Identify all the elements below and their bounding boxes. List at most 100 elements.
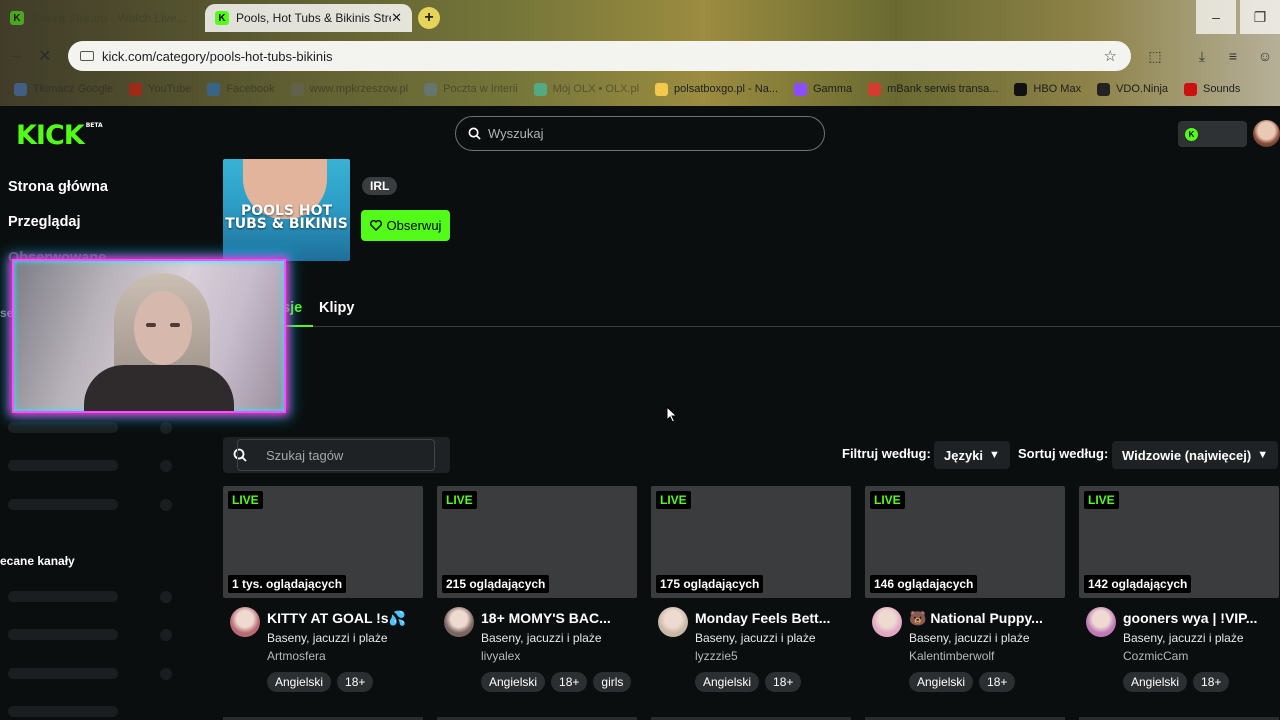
stream-tags: Angielski 18+: [1123, 672, 1230, 692]
sidebar-skeleton-dot: [160, 629, 172, 641]
search-input[interactable]: Wyszukaj: [455, 116, 825, 151]
stream-thumbnail[interactable]: LIVE 215 oglądających: [437, 486, 637, 598]
stream-card[interactable]: LIVE 175 oglądających Monday Feels Bett...…: [651, 486, 851, 693]
stream-thumbnail[interactable]: LIVE 142 oglądających: [1079, 486, 1279, 598]
stream-card[interactable]: LIVE 215 oglądających 18+ MOMY'S BAC... Bas…: [437, 486, 637, 693]
language-filter-dropdown[interactable]: Języki ▼: [934, 441, 1010, 469]
site-info-icon[interactable]: [80, 51, 94, 61]
stream-category[interactable]: Baseny, jacuzzi i plaże: [481, 631, 602, 645]
download-icon[interactable]: ⤓: [1193, 47, 1211, 65]
tag-search-input[interactable]: Szukaj tagów: [237, 439, 435, 471]
tab-bar: K Sukira Stream - Watch Live... K Pools,…: [0, 0, 1280, 36]
bookmark-star-icon[interactable]: ☆: [1104, 47, 1117, 65]
stream-card[interactable]: LIVE 142 oglądających gooners wya | !VIP..…: [1079, 486, 1279, 693]
bookmark-label: Tłumacz Google: [33, 83, 114, 95]
kick-logo[interactable]: KICK BETA: [16, 120, 103, 151]
profile-icon[interactable]: ☺: [1256, 47, 1274, 65]
search-icon: [468, 127, 481, 140]
bookmark-item[interactable]: Poczta w Interii: [424, 82, 518, 96]
stream-tag[interactable]: Angielski: [1123, 672, 1188, 692]
stream-tags: Angielski 18+: [909, 672, 1016, 692]
stream-card[interactable]: LIVE 1 tys. oglądających KITTY AT GOAL !s💦…: [223, 486, 423, 693]
kicks-balance-button[interactable]: K: [1178, 121, 1247, 147]
bookmark-item[interactable]: Gamma: [794, 82, 852, 96]
bookmark-favicon-icon: [290, 82, 304, 96]
forward-icon[interactable]: →: [8, 46, 24, 64]
stream-tag[interactable]: 18+: [765, 672, 802, 692]
streamer-avatar[interactable]: [230, 607, 260, 637]
tab-clips[interactable]: Klipy: [319, 300, 354, 316]
category-badge[interactable]: IRL: [362, 177, 398, 195]
stream-tag[interactable]: Angielski: [267, 672, 332, 692]
user-avatar[interactable]: [1253, 120, 1280, 147]
bookmark-item[interactable]: mBank serwis transa...: [868, 82, 998, 96]
streamer-avatar[interactable]: [658, 607, 688, 637]
stream-tag[interactable]: Angielski: [695, 672, 760, 692]
streamer-avatar[interactable]: [1086, 607, 1116, 637]
bookmark-item[interactable]: Sounds: [1184, 82, 1240, 96]
streamer-name[interactable]: CozmicCam: [1123, 649, 1188, 663]
maximize-button[interactable]: ❐: [1240, 0, 1280, 34]
stream-title[interactable]: 18+ MOMY'S BAC...: [481, 610, 637, 626]
bookmark-item[interactable]: YouTube: [129, 82, 192, 96]
bookmark-item[interactable]: polsatboxgo.pl - Na...: [655, 82, 778, 96]
stream-thumbnail[interactable]: LIVE 146 oglądających: [865, 486, 1065, 598]
stream-title[interactable]: Monday Feels Bett...: [695, 610, 851, 626]
extensions-icon[interactable]: ⬚: [1146, 47, 1164, 65]
streamer-name[interactable]: lyzzzie5: [695, 649, 738, 663]
stream-category[interactable]: Baseny, jacuzzi i plaże: [695, 631, 816, 645]
streamer-name[interactable]: Kalentimberwolf: [909, 649, 994, 663]
browser-tab-active[interactable]: K Pools, Hot Tubs & Bikinis Stream ✕: [205, 4, 412, 32]
stream-tag[interactable]: 18+: [551, 672, 588, 692]
new-tab-button[interactable]: +: [418, 7, 440, 29]
close-tab-icon[interactable]: ✕: [391, 10, 402, 26]
stream-meta: 18+ MOMY'S BAC... Baseny, jacuzzi i plaże…: [437, 598, 637, 693]
streamer-avatar[interactable]: [872, 607, 902, 637]
stream-tag[interactable]: girls: [593, 672, 632, 692]
bookmark-favicon-icon: [794, 82, 807, 96]
stream-thumbnail[interactable]: LIVE 1 tys. oglądających: [223, 486, 423, 598]
live-badge: LIVE: [228, 491, 263, 509]
streamer-name[interactable]: livyalex: [481, 649, 520, 663]
sidebar-recommended-heading: ecane kanały: [0, 554, 75, 568]
bookmark-item[interactable]: VDO.Ninja: [1097, 82, 1169, 96]
address-bar[interactable]: kick.com/category/pools-hot-tubs-bikinis…: [68, 41, 1131, 71]
bookmark-item[interactable]: Tłumacz Google: [14, 82, 114, 96]
stream-title[interactable]: 🐻 National Puppy...: [909, 610, 1065, 627]
bookmark-item[interactable]: Facebook: [207, 82, 275, 96]
stream-category[interactable]: Baseny, jacuzzi i plaże: [267, 631, 388, 645]
sort-dropdown[interactable]: Widzowie (najwięcej) ▼: [1112, 441, 1279, 469]
webcam-eye: [146, 323, 156, 327]
bookmark-label: polsatboxgo.pl - Na...: [674, 83, 778, 95]
bookmark-label: VDO.Ninja: [1116, 83, 1169, 95]
bookmark-item[interactable]: HBO Max: [1014, 82, 1081, 96]
stream-tag[interactable]: Angielski: [909, 672, 974, 692]
stream-category[interactable]: Baseny, jacuzzi i plaże: [909, 631, 1030, 645]
stream-tag[interactable]: 18+: [1193, 672, 1230, 692]
stream-thumbnail[interactable]: LIVE 175 oglądających: [651, 486, 851, 598]
stop-loading-icon[interactable]: ✕: [38, 46, 51, 66]
media-icon[interactable]: ≡: [1224, 47, 1242, 65]
sidebar-browse[interactable]: Przeglądaj: [8, 214, 81, 230]
stream-card[interactable]: LIVE 146 oglądających 🐻 National Puppy... B…: [865, 486, 1065, 693]
stream-tag[interactable]: Angielski: [481, 672, 546, 692]
bookmark-label: YouTube: [148, 83, 192, 95]
bookmark-item[interactable]: Mój OLX • OLX.pl: [533, 82, 639, 96]
browser-tab-inactive[interactable]: K Sukira Stream - Watch Live...: [0, 4, 200, 32]
streamer-avatar[interactable]: [444, 607, 474, 637]
stream-title[interactable]: gooners wya | !VIP...: [1123, 610, 1279, 626]
kick-coin-icon: K: [1185, 127, 1198, 141]
sidebar-skeleton: [8, 422, 118, 433]
stream-tag[interactable]: 18+: [979, 672, 1016, 692]
browser-toolbar: → ✕ kick.com/category/pools-hot-tubs-bik…: [0, 38, 1280, 74]
stream-category[interactable]: Baseny, jacuzzi i plaże: [1123, 631, 1244, 645]
streamer-name[interactable]: Artmosfera: [267, 649, 326, 663]
stream-title[interactable]: KITTY AT GOAL !s💦: [267, 610, 423, 627]
stream-tag[interactable]: 18+: [337, 672, 374, 692]
bookmark-item[interactable]: www.mpkrzeszow.pl: [290, 82, 408, 96]
sidebar-home[interactable]: Strona główna: [8, 179, 108, 195]
tag-search[interactable]: Szukaj tagów: [223, 437, 450, 473]
sidebar-skeleton-dot: [160, 422, 172, 434]
follow-button[interactable]: Obserwuj: [361, 210, 450, 241]
minimize-button[interactable]: –: [1196, 0, 1236, 34]
